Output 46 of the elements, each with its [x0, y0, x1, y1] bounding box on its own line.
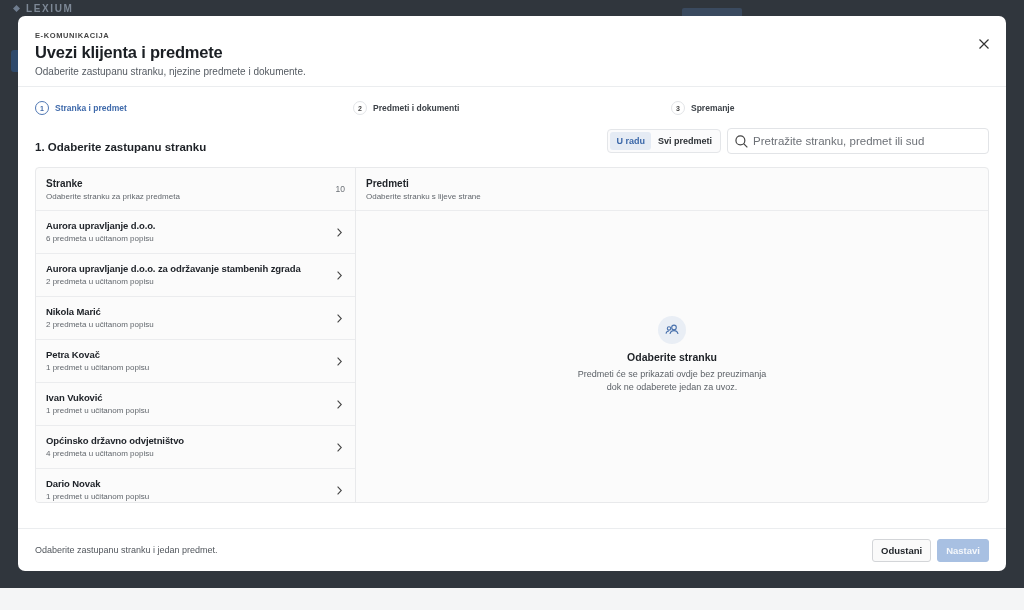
footer-hint: Odaberite zastupanu stranku i jedan predmet.	[35, 545, 218, 556]
client-detail: 1 predmet u učitanom popisu	[46, 406, 150, 417]
client-detail: 1 predmet u učitanom popisu	[46, 363, 150, 374]
client-name: Aurora upravljanje d.o.o. za održavanje stambenih zgrada	[46, 263, 301, 276]
chevron-right-icon	[337, 313, 342, 323]
client-detail: 4 predmeta u učitanom popisu	[46, 449, 155, 460]
dialog-title: Uvezi klijenta i predmete	[35, 42, 224, 63]
client-count: 10	[335, 184, 345, 195]
empty-state-title: Odaberite stranku	[627, 349, 717, 364]
panel-title: Predmeti	[366, 176, 410, 190]
client-detail: 2 predmeta u učitanom popisu	[46, 277, 155, 288]
panel-title: Stranke	[46, 176, 84, 190]
step-label: Spremanje	[691, 103, 735, 114]
step-label: Predmeti i dokumenti	[373, 103, 460, 114]
client-name: Dario Novak	[46, 478, 102, 491]
chevron-right-icon	[337, 270, 342, 280]
brand-logo-icon	[13, 4, 20, 12]
people-icon	[658, 315, 686, 344]
chevron-right-icon	[337, 442, 342, 452]
search-field[interactable]: Pretražite stranku, predmet ili sud	[727, 128, 989, 155]
client-name: Petra Kovač	[46, 349, 101, 362]
client-name: Nikola Marić	[46, 306, 102, 319]
panel-subtitle: Odaberite stranku s lijeve strane	[366, 190, 481, 202]
brand-name: LEXIUM	[26, 2, 74, 14]
chevron-right-icon	[337, 399, 342, 409]
highlight-bar	[682, 8, 743, 16]
close-icon	[979, 39, 989, 49]
chevron-right-icon	[337, 356, 342, 366]
panel-subtitle: Odaberite stranku za prikaz predmeta	[46, 190, 180, 202]
client-name: Ivan Vuković	[46, 392, 104, 405]
filter-tab[interactable]: U radu	[610, 131, 651, 150]
section-heading: 1. Odaberite zastupanu stranku	[35, 140, 207, 155]
step-label: Stranka i predmet	[55, 103, 127, 114]
dialog-subtitle: Odaberite zastupanu stranku, njezine predmete i dokumente.	[35, 65, 306, 78]
cancel-button[interactable]: Odustani	[872, 538, 932, 562]
client-detail: 1 predmet u učitanom popisu	[46, 492, 150, 503]
search-icon	[735, 135, 748, 149]
close-button[interactable]	[977, 37, 991, 51]
chevron-right-icon	[337, 485, 342, 495]
client-detail: 6 predmeta u učitanom popisu	[46, 234, 155, 245]
empty-state-text: Predmeti će se prikazati ovdje bez preuzimanja dok ne odaberete jedan za uvoz.	[576, 367, 768, 394]
client-name: Općinsko državno odvjetništvo	[46, 435, 185, 448]
chevron-right-icon	[337, 227, 342, 237]
client-name: Aurora upravljanje d.o.o.	[46, 220, 156, 233]
filter-tab[interactable]: Svi predmeti	[651, 131, 718, 150]
client-detail: 2 predmeta u učitanom popisu	[46, 320, 154, 331]
